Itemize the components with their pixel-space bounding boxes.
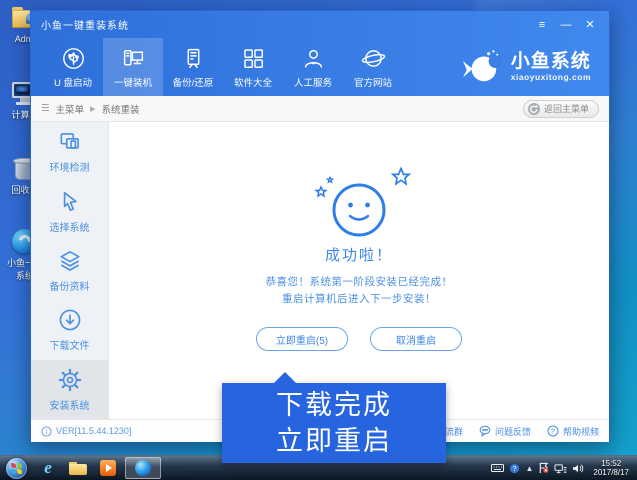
sidebar-label: 备份资料 [49,282,90,294]
success-message-line2: 重启计算机后进入下一步安装！ [282,293,436,305]
version-text: VER[11.5.44.1230] [56,426,132,436]
help-circle-icon: ? [547,425,559,437]
speaker-icon[interactable] [572,463,584,474]
action-center-flag-icon[interactable] [538,462,549,474]
tray-help-icon[interactable]: ? [509,463,520,474]
cursor-icon [63,191,77,211]
sidebar-label: 安装系统 [49,400,90,412]
clock-date: 2017/8/17 [593,468,629,477]
svg-text:?: ? [513,464,517,473]
back-to-main-menu-button[interactable]: 返回主菜单 [522,99,599,118]
windows-overlap-icon [60,133,79,149]
feedback-link[interactable]: 问题反馈 [479,425,531,438]
system-tray: ? ▲ 15:52 2017/8/17 [491,459,633,477]
nav-item-usb-boot[interactable]: U 盘启动 [43,38,103,96]
sidebar-label: 选择系统 [49,222,90,234]
chat-bubble-icon [479,425,491,437]
sidebar-item-download-file[interactable]: 下载文件 [31,300,108,359]
version-info: i VER[11.5.44.1230] [41,425,132,437]
callout-line2: 立即重启 [276,426,392,456]
breadcrumb-separator-icon: ▶ [90,105,96,113]
clock-time: 15:52 [601,459,622,468]
download-complete-callout: 下载完成 立即重启 [222,372,446,463]
active-app-icon [135,460,151,476]
keyboard-icon[interactable] [491,463,505,473]
sidebar-label: 下载文件 [49,341,90,353]
list-menu-icon: ☰ [41,103,50,114]
nav-label: 人工服务 [293,77,332,89]
nav-label: 备份/还原 [172,77,214,89]
nav-label: 官方网站 [353,77,392,89]
main-content: 成功啦！ 恭喜您！系统第一阶段安装已经完成！ 重启计算机后进入下一步安装！ 立即… [109,122,609,419]
titlebar[interactable]: 小鱼一键重装系统 ≡ — ✕ [31,11,609,38]
download-icon [59,310,80,331]
sidebar-item-env-check[interactable]: 环境检测 [31,122,108,181]
back-button-label: 返回主菜单 [543,104,589,114]
help-video-link[interactable]: ? 帮助视频 [547,425,599,438]
callout-line1: 下载完成 [276,390,392,420]
minimize-icon[interactable]: — [557,17,575,33]
taskbar-explorer-icon[interactable] [65,457,91,479]
breadcrumb: ☰ 主菜单 ▶ 系统重装 返回主菜单 [31,96,609,122]
nav-item-human-service[interactable]: 人工服务 [283,38,343,96]
sidebar-item-backup-data[interactable]: 备份资料 [31,241,108,300]
breadcrumb-current: 系统重装 [101,104,140,116]
taskbar-media-player-icon[interactable] [95,457,121,479]
success-title: 成功啦！ [324,247,393,264]
sidebar-item-install-system[interactable]: 安装系统 [31,359,108,420]
sidebar-item-choose-system[interactable]: 选择系统 [31,181,108,240]
restart-now-button[interactable]: 立即重启(5) [256,327,348,351]
globe-icon [361,49,385,67]
menu-icon[interactable]: ≡ [533,17,551,33]
windows-flag-icon [11,462,22,474]
svg-text:i: i [46,428,48,435]
app-window: 小鱼一键重装系统 ≡ — ✕ U 盘启动 一键装机 备份/还原 软件大全 人工服… [30,10,610,442]
breadcrumb-root[interactable]: 主菜单 [56,102,85,116]
start-button[interactable] [6,457,27,479]
nav-label: U 盘启动 [53,77,92,89]
gear-icon [58,368,81,392]
person-icon [304,49,322,68]
nav-item-official-website[interactable]: 官方网站 [343,38,403,96]
apps-grid-icon [243,48,263,68]
taskbar-ie-icon[interactable]: e [35,457,61,479]
brand-domain: xiaoyuxitong.com [510,72,591,82]
nav-item-backup-restore[interactable]: 备份/还原 [163,38,223,96]
nav-item-one-key-install[interactable]: 一键装机 [103,38,163,96]
layers-icon [60,250,79,271]
status-link-label: 帮助视频 [562,426,599,437]
cancel-restart-button[interactable]: 取消重启 [370,327,462,351]
taskbar-clock[interactable]: 15:52 2017/8/17 [593,459,629,477]
taskbar-active-app-button[interactable] [125,457,161,479]
brand-name: 小鱼系统 [510,51,591,72]
success-message-line1: 恭喜您！系统第一阶段安装已经完成！ [265,276,453,288]
window-title: 小鱼一键重装系统 [41,21,129,32]
sidebar-label: 环境检测 [49,163,90,175]
close-icon[interactable]: ✕ [581,17,599,33]
brand-logo[interactable]: 小鱼系统 xiaoyuxitong.com [461,38,591,96]
back-arrow-icon [527,102,540,115]
nav-label: 一键装机 [113,77,152,89]
computer-icon [123,49,143,65]
info-icon: i [41,425,52,437]
sidebar: 环境检测 选择系统 备份资料 下载文件 安装系统 [31,122,109,420]
success-smiley-icon [314,166,412,237]
status-link-label: 问题反馈 [494,426,531,437]
nav-item-software-collection[interactable]: 软件大全 [223,38,283,96]
app-header: 小鱼一键重装系统 ≡ — ✕ U 盘启动 一键装机 备份/还原 软件大全 人工服… [31,11,609,96]
top-nav: U 盘启动 一键装机 备份/还原 软件大全 人工服务 官方网站 小鱼系统 xia… [31,38,609,96]
usb-icon [62,47,84,69]
fish-logo-icon [462,50,502,82]
nav-label: 软件大全 [233,77,272,89]
tray-expand-icon[interactable]: ▲ [525,464,533,473]
server-icon [187,48,199,68]
network-icon[interactable] [554,463,567,474]
svg-text:?: ? [551,427,555,436]
